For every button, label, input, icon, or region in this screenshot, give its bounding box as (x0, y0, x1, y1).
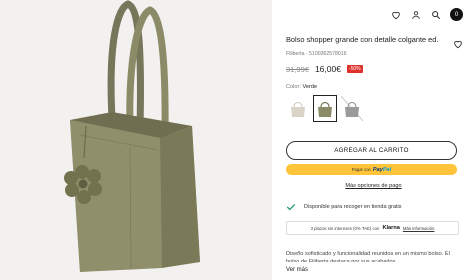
klarna-logo: Klarna (382, 225, 400, 231)
more-payment-link[interactable]: Más opciones de pago (272, 183, 475, 189)
heart-icon[interactable] (390, 9, 402, 21)
see-more-link[interactable]: Ver más (286, 267, 308, 273)
color-label-key: Color: (286, 84, 301, 90)
product-page: 0 Bolso shopper grande con detalle colga… (0, 0, 475, 280)
color-swatches (286, 95, 364, 122)
title-row: Bolso shopper grande con detalle colgant… (286, 35, 463, 49)
discount-badge: -50% (346, 65, 363, 73)
paypal-logo-a: Pay (372, 166, 383, 173)
search-icon[interactable] (430, 9, 442, 21)
paypal-logo-b: Pal (382, 166, 392, 173)
swatch-beige[interactable] (286, 95, 310, 122)
color-value: Verde (302, 84, 318, 90)
klarna-banner: 3 plazos sin intereses (0% TAE) con Klar… (286, 221, 459, 235)
klarna-info-link[interactable]: Más información (403, 226, 435, 231)
check-icon (286, 202, 296, 212)
klarna-text: 3 plazos sin intereses (0% TAE) con (310, 225, 380, 231)
wishlist-heart-icon[interactable] (453, 36, 463, 49)
paypal-prefix: Pagar con (351, 167, 371, 172)
product-info-panel: 0 Bolso shopper grande con detalle colga… (272, 0, 475, 280)
sale-price: 16,00€ (314, 64, 341, 74)
swatch-gris[interactable] (340, 95, 364, 122)
swatch-verde[interactable] (313, 95, 337, 122)
pickup-text: Disponible para recoger en tienda gratis (304, 203, 402, 210)
product-image[interactable] (0, 0, 272, 280)
product-sku: Filiberta · 5100362578016 (286, 51, 347, 57)
paypal-button[interactable]: Pagar con PayPal (286, 164, 457, 175)
user-icon[interactable] (410, 9, 422, 21)
store-pickup: Disponible para recoger en tienda gratis (286, 199, 457, 214)
cart-icon[interactable]: 0 (450, 8, 463, 21)
add-to-cart-button[interactable]: AGREGAR AL CARRITO (286, 141, 457, 160)
old-price: 31,99€ (286, 64, 309, 74)
cart-count: 0 (454, 11, 459, 18)
color-label: Color: Verde (286, 84, 317, 90)
price-row: 31,99€ 16,00€ -50% (286, 64, 363, 74)
header-icons: 0 (390, 8, 463, 21)
product-title: Bolso shopper grande con detalle colgant… (286, 35, 439, 44)
unavailable-cross-icon (341, 96, 363, 121)
product-description: Diseño sofisticado y funcionalidad reuni… (286, 251, 450, 262)
paypal-logo: PayPal (373, 167, 391, 173)
